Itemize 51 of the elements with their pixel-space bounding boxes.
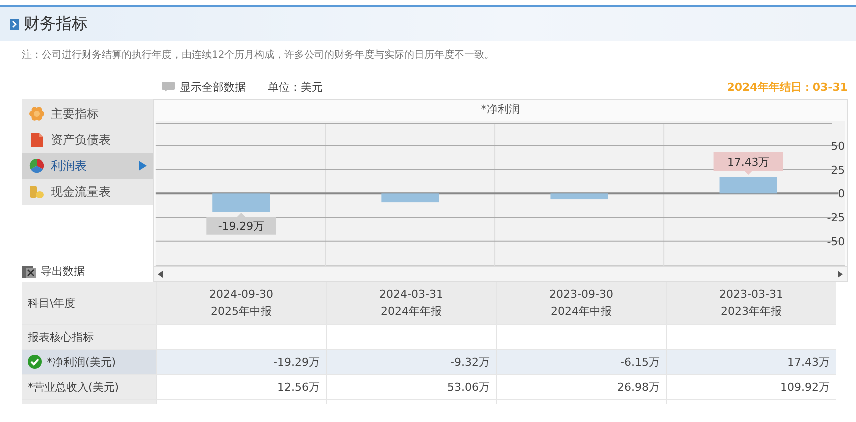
y-tick-label: 25 (831, 164, 846, 177)
bar (720, 176, 778, 194)
menu-item[interactable]: 资产负债表 (22, 127, 153, 153)
y-tick-label: 50 (831, 140, 846, 153)
y-tick-label: 0 (838, 188, 846, 201)
y-tick-label: -25 (827, 211, 846, 224)
y-tick: -50 (155, 235, 846, 248)
y-tick-label: -50 (827, 235, 846, 248)
chevron-icon (10, 18, 19, 30)
table-cell: 12.56万 (156, 375, 326, 399)
table-cell: 17.43万 (666, 350, 836, 374)
table-cell: 26.98万 (496, 375, 666, 399)
fiscal-year-end: 2024年年结日：03-31 (727, 80, 848, 94)
document-icon (29, 132, 45, 148)
export-button[interactable]: 导出数据 (22, 264, 153, 279)
y-tick: 0 (156, 188, 846, 201)
table-cell: 109.92万 (666, 375, 836, 399)
menu-item[interactable]: 主要指标 (22, 101, 153, 127)
table-cell: -6.15万 (496, 350, 666, 374)
table-row[interactable]: *营业总收入(美元) 12.56万 53.06万 26.98万 109.92万 (22, 375, 836, 400)
flower-icon (29, 106, 45, 122)
row-label-text: *营业总收入(美元) (28, 380, 120, 394)
show-all-button[interactable]: 显示全部数据 (162, 80, 246, 94)
table-row[interactable]: *净利润(美元) -19.29万 -9.32万 -6.15万 17.43万 (22, 350, 836, 375)
column-header: 2023-09-30 2024年中报 (496, 282, 666, 324)
bar (212, 194, 270, 212)
coins-icon (29, 184, 45, 200)
unit-label: 单位：美元 (268, 80, 323, 94)
pie-chart-icon (29, 158, 45, 174)
row-label-text: *净利润(美元) (47, 354, 116, 370)
bar (382, 194, 440, 202)
column-header: 2024-03-31 2024年年报 (326, 282, 496, 324)
comment-icon (162, 82, 175, 92)
scroll-left-icon[interactable] (158, 270, 163, 278)
section-title: 财务指标 (24, 14, 88, 34)
table-cell: 53.06万 (326, 375, 496, 399)
chart-title: *净利润 (480, 102, 521, 118)
y-tick: 50 (155, 140, 846, 153)
column-header: 2023-03-31 2023年年报 (666, 282, 836, 324)
spreadsheet-icon (22, 264, 36, 278)
menu-item[interactable]: 现金流量表 (22, 179, 153, 205)
table-cell: -9.32万 (326, 350, 496, 374)
section-label: 报表核心指标 (22, 325, 156, 349)
bar (550, 194, 608, 200)
table-cell: -19.29万 (156, 350, 326, 374)
check-icon (28, 355, 42, 369)
column-header: 2024-09-30 2025年中报 (156, 282, 326, 324)
note-text: 注：公司进行财务结算的执行年度，由连续12个历月构成，许多公司的财务年度与实际的日历年度不一致。 (21, 48, 496, 63)
caret-icon (139, 161, 147, 171)
scroll-right-icon[interactable] (838, 270, 843, 278)
menu-item[interactable]: 利润表 (22, 153, 153, 179)
